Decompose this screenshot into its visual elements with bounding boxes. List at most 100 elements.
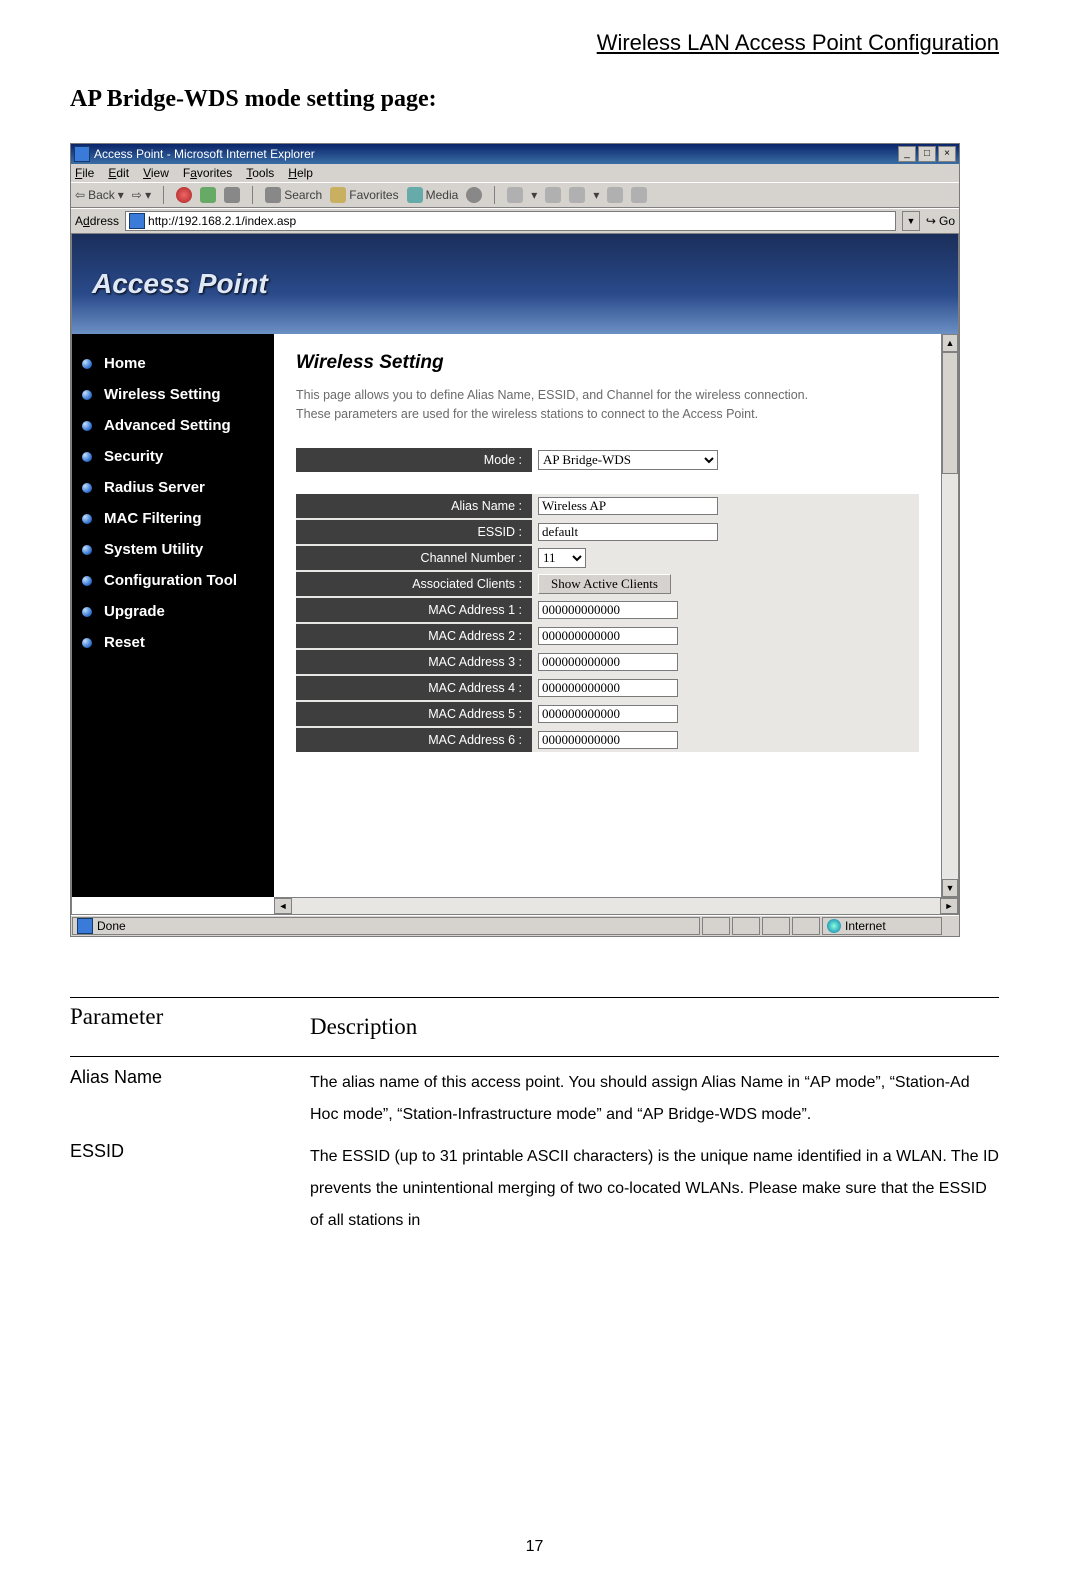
bullet-icon [82, 638, 92, 648]
param-desc: The alias name of this access point. You… [310, 1067, 999, 1131]
ie-icon [74, 146, 90, 162]
url-dropdown[interactable]: ▼ [902, 211, 920, 231]
sidebar-item-reset[interactable]: Reset [72, 627, 274, 658]
viewport: Access Point Home Wireless Setting Advance… [71, 233, 959, 915]
bullet-icon [82, 452, 92, 462]
discuss-icon[interactable] [607, 187, 623, 203]
vertical-scrollbar[interactable]: ▲ ▼ [941, 334, 958, 897]
scroll-left-icon[interactable]: ◄ [274, 898, 292, 914]
label-alias: Alias Name : [296, 494, 532, 518]
mail-icon[interactable] [507, 187, 523, 203]
sidebar-item-advanced-setting[interactable]: Advanced Setting [72, 410, 274, 441]
mac4-input[interactable] [538, 679, 678, 697]
sidebar-item-security[interactable]: Security [72, 441, 274, 472]
favorites-button[interactable]: Favorites [330, 187, 398, 203]
back-button[interactable]: ⇦ Back ▾ [75, 188, 124, 202]
page-icon [129, 213, 145, 229]
sidebar-item-mac-filtering[interactable]: MAC Filtering [72, 503, 274, 534]
hdr-parameter: Parameter [70, 1004, 310, 1050]
sidebar-item-label: Wireless Setting [104, 386, 221, 403]
label-channel: Channel Number : [296, 546, 532, 570]
horizontal-scrollbar[interactable]: ◄ ► [274, 897, 958, 914]
alias-input[interactable] [538, 497, 718, 515]
media-icon [407, 187, 423, 203]
content-area: Wireless Setting This page allows you to… [274, 334, 941, 897]
minimize-button[interactable]: _ [898, 146, 916, 162]
search-icon [265, 187, 281, 203]
page-icon [77, 918, 93, 934]
parameter-table: Parameter Description Alias NameThe alia… [70, 998, 999, 1237]
sidebar-item-upgrade[interactable]: Upgrade [72, 596, 274, 627]
channel-select[interactable]: 11 [538, 548, 586, 568]
menu-favorites[interactable]: Favorites [183, 166, 232, 180]
menu-help[interactable]: Help [288, 166, 313, 180]
hero-banner: Access Point [72, 234, 958, 334]
sidebar-item-label: Advanced Setting [104, 417, 231, 434]
forward-button[interactable]: ⇨ ▾ [132, 188, 151, 202]
sidebar-item-home[interactable]: Home [72, 348, 274, 379]
scroll-thumb[interactable] [942, 352, 958, 474]
url-text: http://192.168.2.1/index.asp [148, 214, 296, 228]
maximize-button[interactable]: □ [918, 146, 936, 162]
bullet-icon [82, 607, 92, 617]
sidebar-item-configuration-tool[interactable]: Configuration Tool [72, 565, 274, 596]
sidebar-item-system-utility[interactable]: System Utility [72, 534, 274, 565]
search-button[interactable]: Search [265, 187, 322, 203]
menubar: File Edit View Favorites Tools Help [71, 164, 959, 182]
essid-input[interactable] [538, 523, 718, 541]
menu-tools[interactable]: Tools [246, 166, 274, 180]
toolbar: ⇦ Back ▾ ⇨ ▾ Search Favorites Media ▾ ▾ [71, 182, 959, 208]
home-icon[interactable] [224, 187, 240, 203]
label-mode: Mode : [296, 448, 532, 472]
mac5-input[interactable] [538, 705, 678, 723]
go-button[interactable]: ↪ Go [926, 214, 955, 228]
bullet-icon [82, 483, 92, 493]
content-description: This page allows you to define Alias Nam… [296, 386, 816, 424]
url-input[interactable]: http://192.168.2.1/index.asp [125, 211, 896, 231]
sidebar-item-label: System Utility [104, 541, 203, 558]
mode-select[interactable]: AP Bridge-WDS [538, 450, 718, 470]
mac1-input[interactable] [538, 601, 678, 619]
mac2-input[interactable] [538, 627, 678, 645]
sidebar: Home Wireless Setting Advanced Setting Secu… [72, 334, 274, 897]
status-bar: Done Internet [71, 915, 959, 936]
bullet-icon [82, 545, 92, 555]
label-mac3: MAC Address 3 : [296, 650, 532, 674]
titlebar: Access Point - Microsoft Internet Explor… [71, 144, 959, 164]
sidebar-item-radius-server[interactable]: Radius Server [72, 472, 274, 503]
sidebar-item-wireless-setting[interactable]: Wireless Setting [72, 379, 274, 410]
bullet-icon [82, 390, 92, 400]
close-button[interactable]: × [938, 146, 956, 162]
label-mac2: MAC Address 2 : [296, 624, 532, 648]
scroll-right-icon[interactable]: ► [940, 898, 958, 914]
bullet-icon [82, 576, 92, 586]
mac6-input[interactable] [538, 731, 678, 749]
show-active-clients-button[interactable]: Show Active Clients [538, 574, 671, 594]
page-number: 17 [0, 1538, 1069, 1556]
menu-view[interactable]: View [143, 166, 169, 180]
messenger-icon[interactable] [631, 187, 647, 203]
address-bar: Address http://192.168.2.1/index.asp ▼ ↪… [71, 208, 959, 233]
sidebar-item-label: MAC Filtering [104, 510, 202, 527]
label-mac5: MAC Address 5 : [296, 702, 532, 726]
bullet-icon [82, 514, 92, 524]
menu-file[interactable]: File [75, 166, 94, 180]
history-icon[interactable] [466, 187, 482, 203]
media-button[interactable]: Media [407, 187, 459, 203]
browser-window: Access Point - Microsoft Internet Explor… [70, 143, 960, 937]
stop-icon[interactable] [176, 187, 192, 203]
status-text: Done [97, 919, 126, 933]
refresh-icon[interactable] [200, 187, 216, 203]
bullet-icon [82, 359, 92, 369]
scroll-down-icon[interactable]: ▼ [942, 879, 958, 897]
sidebar-item-label: Upgrade [104, 603, 165, 620]
mac3-input[interactable] [538, 653, 678, 671]
sidebar-item-label: Configuration Tool [104, 572, 237, 589]
edit-icon[interactable] [569, 187, 585, 203]
scroll-up-icon[interactable]: ▲ [942, 334, 958, 352]
label-mac6: MAC Address 6 : [296, 728, 532, 752]
print-icon[interactable] [545, 187, 561, 203]
menu-edit[interactable]: Edit [108, 166, 129, 180]
content-heading: Wireless Setting [296, 352, 919, 374]
sidebar-item-label: Home [104, 355, 146, 372]
